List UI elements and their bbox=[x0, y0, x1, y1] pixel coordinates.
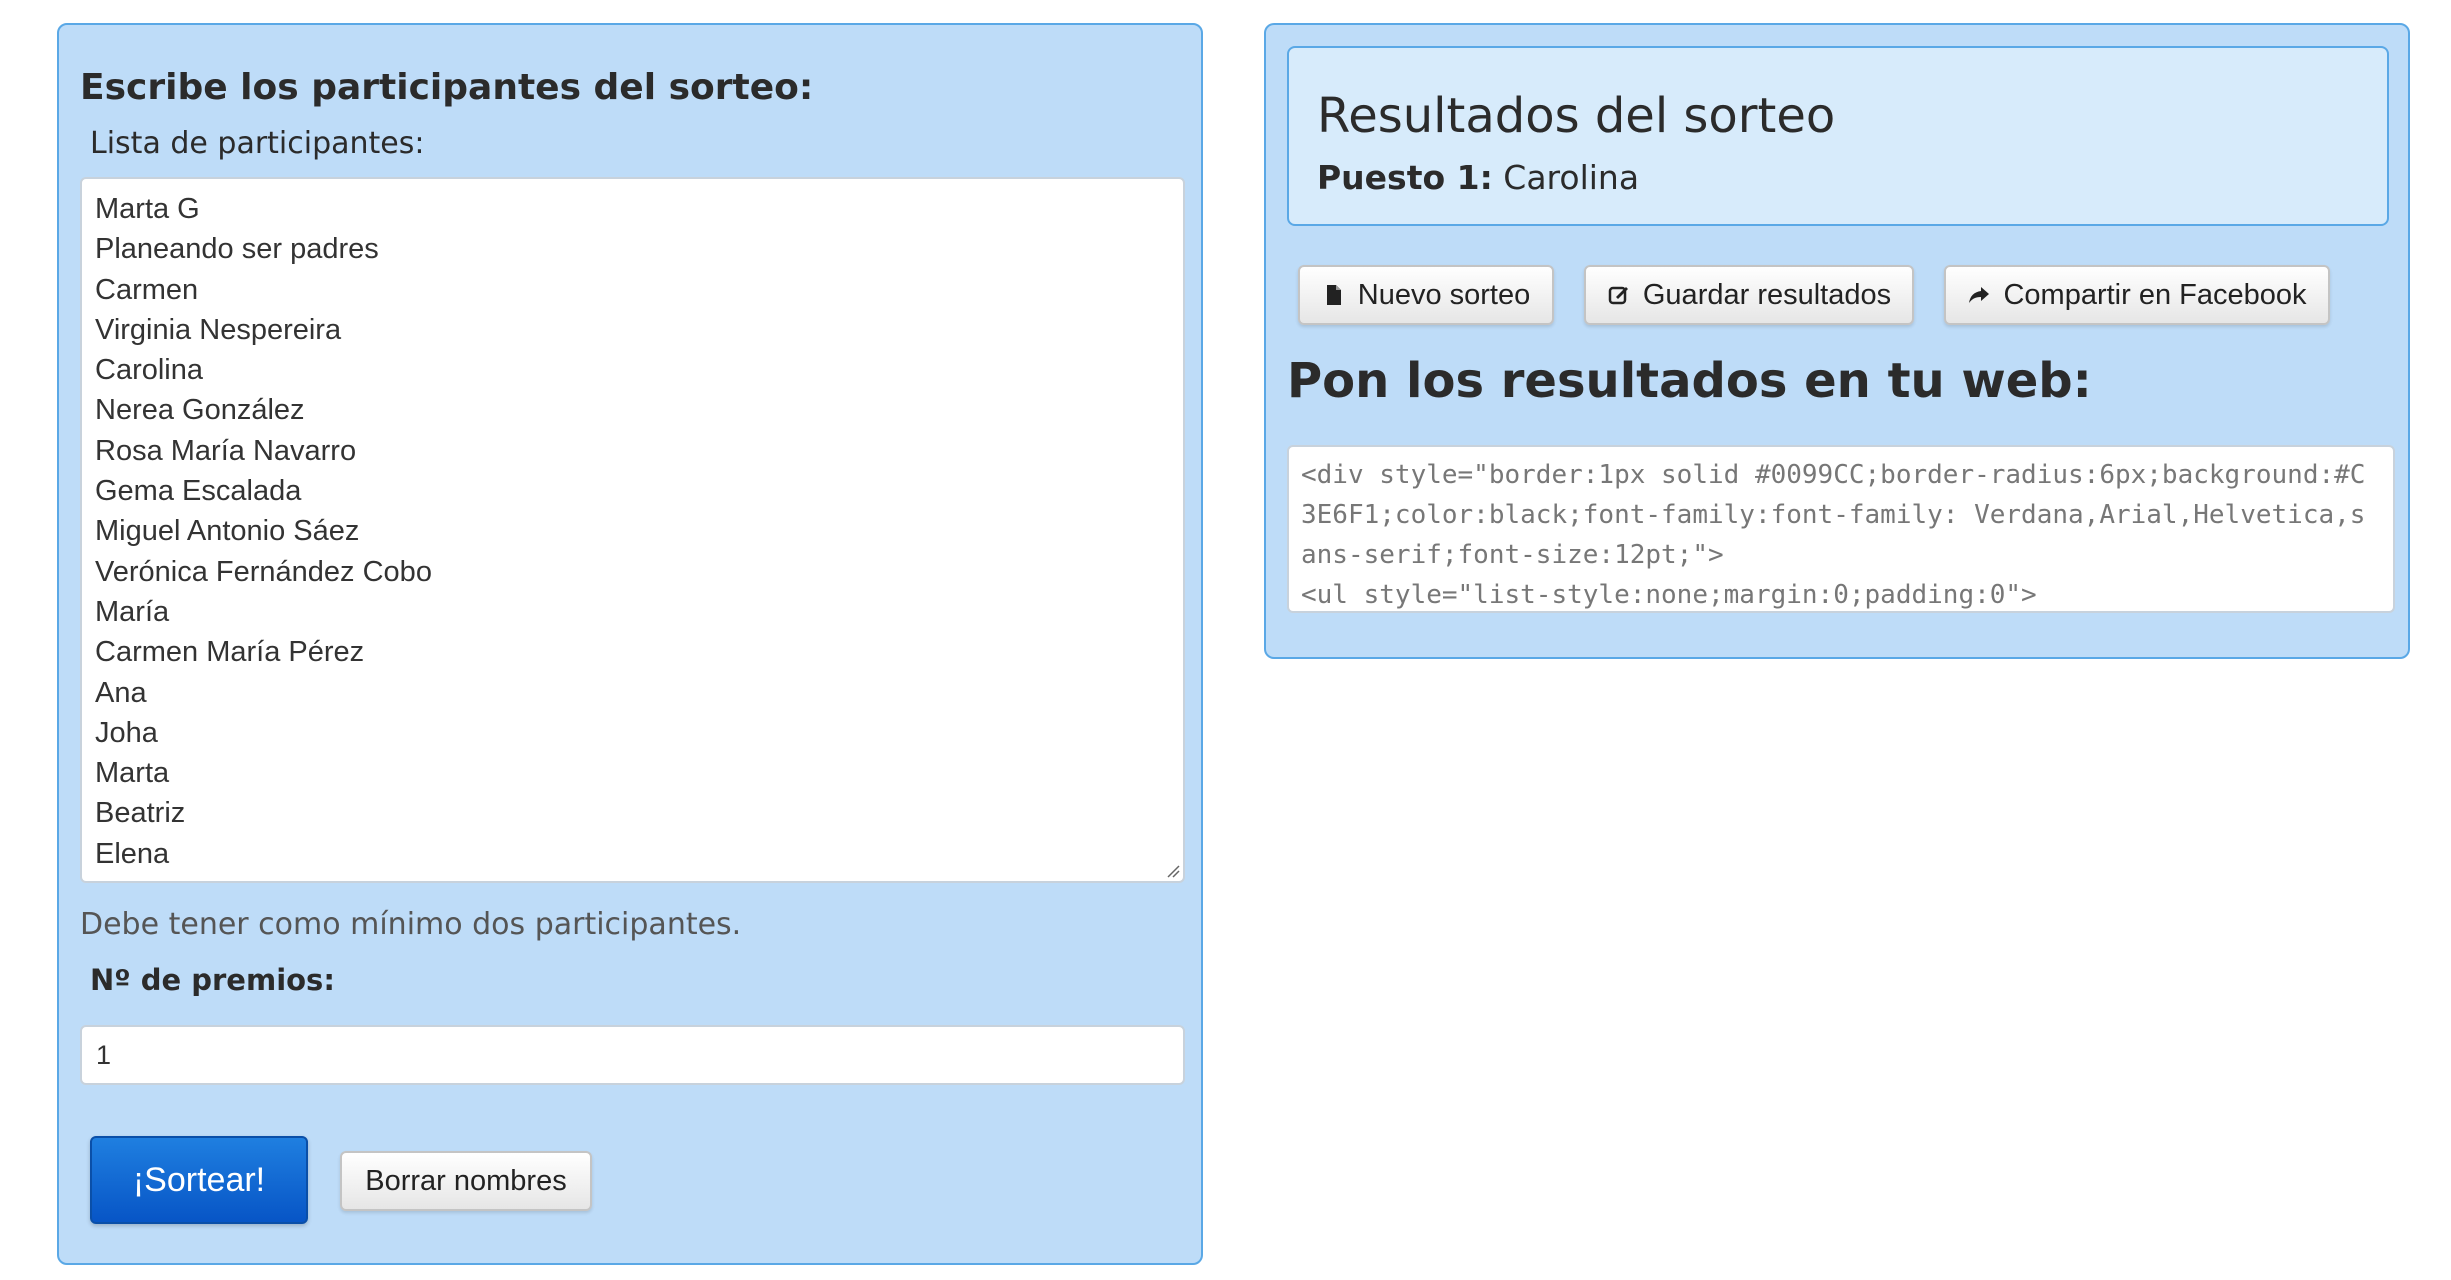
participant-item: Virginia Nespereira bbox=[95, 313, 342, 346]
participant-item: Marta bbox=[95, 757, 170, 790]
new-draw-button[interactable]: Nuevo sorteo bbox=[1298, 265, 1554, 325]
sortear-button[interactable]: ¡Sortear! bbox=[90, 1136, 308, 1224]
participant-item: Joha bbox=[95, 716, 158, 749]
prizes-input[interactable]: 1 bbox=[80, 1025, 1185, 1085]
resize-grip-icon[interactable] bbox=[1166, 864, 1180, 878]
position-label: Puesto 1: bbox=[1317, 158, 1493, 197]
position-winner: Carolina bbox=[1503, 158, 1640, 197]
participant-item: Marta G bbox=[95, 193, 200, 225]
results-title: Resultados del sorteo bbox=[1317, 88, 1836, 144]
result-position-1: Puesto 1: Carolina bbox=[1317, 158, 1639, 197]
participant-item: Gema Escalada bbox=[95, 475, 302, 508]
edit-icon bbox=[1607, 283, 1631, 307]
new-draw-label: Nuevo sorteo bbox=[1357, 278, 1531, 311]
embed-code-textarea[interactable]: <div style="border:1px solid #0099CC;bor… bbox=[1287, 445, 2395, 613]
participant-item: Carmen María Pérez bbox=[95, 636, 365, 669]
share-facebook-label: Compartir en Facebook bbox=[2003, 278, 2307, 311]
participants-textarea[interactable]: Marta G Planeando ser padres Carmen Virgini… bbox=[80, 177, 1185, 883]
save-results-button[interactable]: Guardar resultados bbox=[1584, 265, 1914, 325]
participants-heading: Escribe los participantes del sorteo: bbox=[80, 67, 814, 108]
file-icon bbox=[1322, 283, 1346, 307]
participant-item: Nerea González bbox=[95, 394, 305, 427]
save-results-label: Guardar resultados bbox=[1642, 278, 1892, 311]
participants-list: Marta G Planeando ser padres Carmen Virgini… bbox=[82, 179, 1183, 874]
share-facebook-button[interactable]: Compartir en Facebook bbox=[1944, 265, 2330, 325]
participant-item: Planeando ser padres bbox=[95, 233, 379, 266]
participant-item: Verónica Fernández Cobo bbox=[95, 555, 432, 588]
embed-heading: Pon los resultados en tu web: bbox=[1287, 353, 2092, 409]
clear-names-button[interactable]: Borrar nombres bbox=[340, 1151, 592, 1211]
prizes-label: Nº de premios: bbox=[90, 963, 335, 997]
participant-item: Ana bbox=[95, 676, 147, 709]
share-icon bbox=[1967, 283, 1991, 307]
participant-item: Beatriz bbox=[95, 797, 186, 830]
results-box: Resultados del sorteo Puesto 1: Carolina bbox=[1287, 46, 2389, 226]
participant-item: María bbox=[95, 595, 170, 628]
participants-panel: Escribe los participantes del sorteo: Li… bbox=[57, 23, 1203, 1265]
participant-item: Carmen bbox=[95, 273, 199, 306]
participant-item: Rosa María Navarro bbox=[95, 434, 357, 467]
participants-list-label: Lista de participantes: bbox=[90, 126, 425, 161]
results-panel: Resultados del sorteo Puesto 1: Carolina… bbox=[1264, 23, 2410, 659]
participant-item: Carolina bbox=[95, 354, 203, 387]
participant-item: Elena bbox=[95, 837, 170, 870]
min-participants-note: Debe tener como mínimo dos participantes… bbox=[80, 907, 742, 942]
participant-item: Miguel Antonio Sáez bbox=[95, 515, 360, 548]
